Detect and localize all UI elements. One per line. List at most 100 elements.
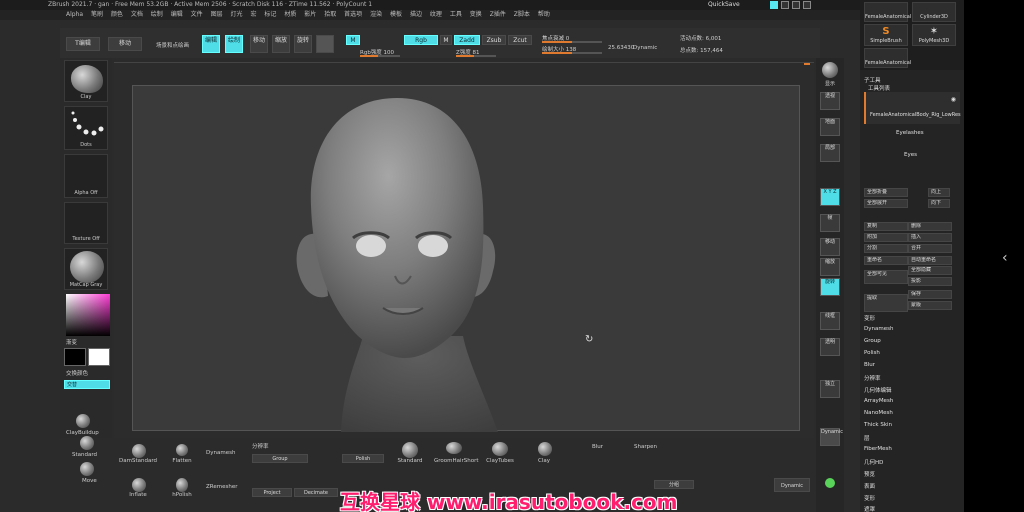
tray-section[interactable]: 几何体编辑 xyxy=(864,386,892,394)
merge-button[interactable]: 合并 xyxy=(908,244,952,253)
document-viewport[interactable]: ↻ xyxy=(114,62,814,438)
polyframe-icon[interactable]: 线框 xyxy=(820,312,840,330)
sharpen-label[interactable]: Sharpen xyxy=(634,444,657,450)
close-icon[interactable] xyxy=(803,1,811,9)
focal-shift-slider[interactable] xyxy=(542,41,602,43)
dynamic-subdiv-button[interactable]: Dynamic xyxy=(774,478,810,492)
list-header[interactable]: 工具列表 xyxy=(868,84,890,92)
subtool-name[interactable]: Eyes xyxy=(904,152,917,158)
menu-item[interactable]: 拾取 xyxy=(324,11,336,18)
split-button[interactable]: 分割 xyxy=(864,244,908,253)
menu-item[interactable]: 笔刷 xyxy=(91,11,103,18)
project-button[interactable]: Project xyxy=(252,488,292,497)
menu-item[interactable]: 首选项 xyxy=(344,11,362,18)
menu-item[interactable]: 影片 xyxy=(304,11,316,18)
project-button[interactable]: 投影 xyxy=(908,277,952,286)
dynamesh-label[interactable]: Dynamesh xyxy=(206,450,235,456)
menu-item[interactable]: 工具 xyxy=(450,11,462,18)
scale-icon[interactable]: 缩放 xyxy=(820,258,840,276)
collapse-all-button[interactable]: 全部折叠 xyxy=(864,188,908,197)
all-hide-button[interactable]: 全部隐藏 xyxy=(908,266,952,275)
transp-icon[interactable]: 透明 xyxy=(820,338,840,356)
secondary-color-swatch[interactable] xyxy=(88,348,110,366)
mrgb-button[interactable]: M xyxy=(346,35,360,45)
floor-icon[interactable]: 地面 xyxy=(820,118,840,136)
menu-item[interactable]: 文档 xyxy=(131,11,143,18)
brush-icon[interactable] xyxy=(492,442,508,456)
scale-button[interactable]: 缩放 xyxy=(272,35,290,53)
polish-button[interactable]: Polish xyxy=(342,454,384,463)
claybuildup-brush-icon[interactable] xyxy=(76,414,90,428)
delete-button[interactable]: 删除 xyxy=(908,222,952,231)
rgb-button[interactable]: Rgb xyxy=(404,35,438,45)
material-ball-icon[interactable] xyxy=(822,62,838,78)
all-visible-button[interactable]: 全部可见 xyxy=(864,270,908,284)
texture-thumbnail[interactable]: Texture Off xyxy=(64,202,108,244)
subtool-name[interactable]: Eyelashes xyxy=(896,130,924,136)
dynamic-icon[interactable]: Dynamic xyxy=(820,428,843,446)
tray-item[interactable]: Dynamesh xyxy=(864,326,893,332)
toggle-icon[interactable] xyxy=(770,1,778,9)
chevron-left-icon[interactable]: ‹ xyxy=(1002,250,1008,266)
move-brush-icon[interactable] xyxy=(80,462,94,476)
blur-label[interactable]: Blur xyxy=(592,444,603,450)
eye-icon[interactable]: ◉ xyxy=(951,96,956,103)
tray-section[interactable]: FiberMesh xyxy=(864,446,892,452)
brush-icon[interactable] xyxy=(446,442,462,454)
xyz-icon[interactable]: X Y Z xyxy=(820,188,840,206)
menu-item[interactable]: 描边 xyxy=(410,11,422,18)
persp-icon[interactable]: 透视 xyxy=(820,92,840,110)
menu-item[interactable]: Alpha xyxy=(66,11,83,18)
menu-item[interactable]: 材质 xyxy=(284,11,296,18)
brush-icon[interactable] xyxy=(132,478,146,492)
tool-thumb[interactable]: Cylinder3D xyxy=(912,2,956,22)
dynamic-label[interactable]: Dynamic xyxy=(633,45,657,51)
standard-brush-icon[interactable] xyxy=(80,436,94,450)
decimate-button[interactable]: Decimate xyxy=(294,488,338,497)
brush-icon[interactable] xyxy=(132,444,146,458)
subtool-header[interactable]: 子工具 xyxy=(864,76,881,84)
menu-item[interactable]: 绘制 xyxy=(151,11,163,18)
tray-section[interactable]: 层 xyxy=(864,434,870,442)
brush-icon[interactable] xyxy=(538,442,552,456)
menu-item[interactable]: 颜色 xyxy=(111,11,123,18)
tray-section[interactable]: 几何HD xyxy=(864,458,883,466)
tray-section[interactable]: NanoMesh xyxy=(864,410,893,416)
rgb-intensity-slider[interactable] xyxy=(360,55,400,57)
m-button[interactable]: M xyxy=(440,35,452,45)
group-button[interactable]: Group xyxy=(252,454,308,463)
zadd-button[interactable]: Zadd xyxy=(454,35,480,45)
auto-rename-button[interactable]: 自动重命名 xyxy=(908,256,952,265)
duplicate-button[interactable]: 复制 xyxy=(864,222,908,231)
tool-thumb[interactable]: S SimpleBrush xyxy=(864,24,908,46)
menu-item[interactable]: 图层 xyxy=(211,11,223,18)
extract-button[interactable]: 提取 xyxy=(864,294,908,312)
z-intensity-slider[interactable] xyxy=(456,55,496,57)
tray-item[interactable]: 变形 xyxy=(864,314,875,322)
menu-item[interactable]: 模板 xyxy=(390,11,402,18)
rotate-icon[interactable]: 旋转 xyxy=(820,278,840,296)
canvas[interactable]: ↻ xyxy=(132,85,800,432)
menu-item[interactable]: 帮助 xyxy=(538,11,550,18)
menu-item[interactable]: 纹理 xyxy=(430,11,442,18)
tray-item[interactable]: Blur xyxy=(864,362,875,368)
brush-icon[interactable] xyxy=(176,444,188,456)
menu-item[interactable]: 编辑 xyxy=(171,11,183,18)
tray-section[interactable]: 遮罩 xyxy=(864,505,875,512)
brush-icon[interactable] xyxy=(176,478,188,492)
menu-item[interactable]: 灯光 xyxy=(231,11,243,18)
zremesher-label[interactable]: ZRemesher xyxy=(206,484,237,490)
tray-item[interactable]: Polish xyxy=(864,350,880,356)
edit-mode-button[interactable]: 编辑 xyxy=(202,35,220,53)
minimize-icon[interactable] xyxy=(781,1,789,9)
expand-all-button[interactable]: 全部展开 xyxy=(864,199,908,208)
alpha-thumbnail[interactable]: Alpha Off xyxy=(64,154,108,198)
menu-item[interactable]: 变换 xyxy=(470,11,482,18)
tool-thumb[interactable]: FemaleAnatomical xyxy=(864,2,911,22)
color-picker[interactable] xyxy=(66,294,110,336)
rotate-button[interactable]: 旋转 xyxy=(294,35,312,53)
tray-item[interactable]: Group xyxy=(864,338,881,344)
down-button[interactable]: 向下 xyxy=(928,199,950,208)
mask-button[interactable]: 蒙版 xyxy=(908,301,952,310)
brush-icon[interactable] xyxy=(402,442,418,458)
